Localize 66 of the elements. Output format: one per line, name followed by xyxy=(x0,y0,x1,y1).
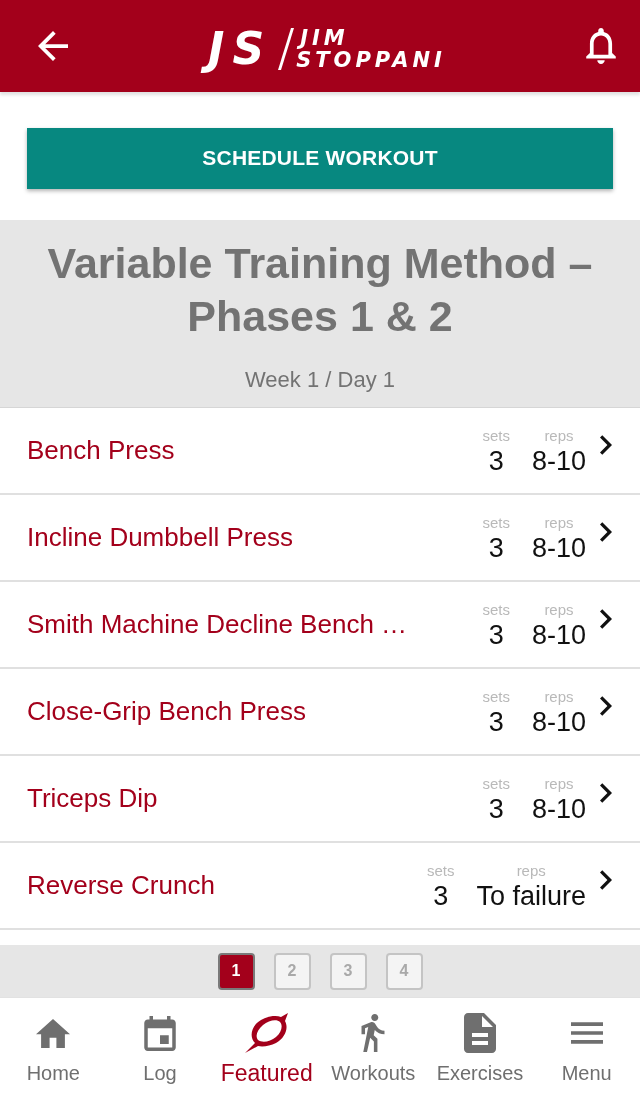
reps-value: 8-10 xyxy=(531,705,586,738)
sets-value: 3 xyxy=(433,879,449,912)
exercise-name: Incline Dumbbell Press xyxy=(27,522,294,553)
sets-label: sets xyxy=(482,600,510,619)
nav-tab[interactable]: Workouts xyxy=(320,998,427,1096)
sets-value: 3 xyxy=(488,444,504,477)
chevron-right-icon xyxy=(600,521,612,542)
sets-value: 3 xyxy=(488,618,504,651)
sets-label: sets xyxy=(482,774,510,793)
chevron-right-icon xyxy=(600,695,612,716)
chevron-right-icon xyxy=(600,869,612,890)
document-icon xyxy=(462,1013,498,1053)
logo-last-name: STOPPANI xyxy=(296,49,446,71)
reps-label: reps xyxy=(544,687,574,706)
walking-person-icon xyxy=(361,1014,386,1052)
page-button[interactable]: 1 xyxy=(217,952,255,990)
exercise-name: Reverse Crunch xyxy=(27,870,216,901)
home-icon xyxy=(36,1018,71,1048)
reps-value: 8-10 xyxy=(531,792,586,825)
exercise-row[interactable]: Bench Press sets 3 reps 8-10 xyxy=(0,408,640,495)
reps-label: reps xyxy=(516,861,546,880)
exercise-row[interactable]: Incline Dumbbell Press sets 3 reps 8-10 xyxy=(0,495,640,582)
exercise-name: Bench Press xyxy=(27,435,176,466)
chevron-right-icon xyxy=(600,434,612,455)
reps-label: reps xyxy=(544,513,574,532)
back-arrow-icon xyxy=(38,31,68,61)
sets-value: 3 xyxy=(488,792,504,825)
reps-label: reps xyxy=(544,426,574,445)
reps-value: 8-10 xyxy=(531,618,586,651)
chevron-right-icon xyxy=(600,782,612,803)
exercise-row[interactable]: Smith Machine Decline Bench … sets 3 reps 8-10 xyxy=(0,582,640,669)
reps-value: 8-10 xyxy=(531,531,586,564)
logo-first-name: JIM xyxy=(296,27,446,49)
chevron-right-icon xyxy=(600,608,612,629)
reps-value: To failure xyxy=(476,879,586,912)
notifications-button[interactable] xyxy=(586,28,616,64)
ring-logo-icon xyxy=(244,1013,289,1053)
exercise-name: Close-Grip Bench Press xyxy=(27,696,307,727)
logo-slash-icon xyxy=(278,28,295,70)
calendar-icon xyxy=(144,1015,176,1051)
workout-title: Variable Training Method – Phases 1 & 2 xyxy=(46,238,594,342)
nav-tab[interactable]: Home xyxy=(0,998,107,1096)
nav-tab[interactable]: Featured xyxy=(213,998,320,1096)
sets-label: sets xyxy=(426,861,455,880)
sets-label: sets xyxy=(482,687,510,706)
sets-label: sets xyxy=(482,426,510,445)
reps-value: 8-10 xyxy=(531,444,586,477)
menu-icon xyxy=(570,1022,603,1044)
exercise-row[interactable]: Reverse Crunch sets 3 reps To failure xyxy=(0,843,640,930)
nav-tab[interactable]: Exercises xyxy=(426,998,534,1096)
back-button[interactable] xyxy=(38,31,68,61)
exercise-name: Triceps Dip xyxy=(27,783,159,814)
exercise-row[interactable]: Close-Grip Bench Press sets 3 reps 8-10 xyxy=(0,669,640,756)
nav-tab[interactable]: Log xyxy=(106,998,214,1096)
workout-week-day: Week 1 / Day 1 xyxy=(245,367,395,393)
nav-tab[interactable]: Menu xyxy=(533,998,640,1096)
bell-icon xyxy=(586,28,616,64)
logo-initials: JS xyxy=(198,20,277,78)
exercise-name: Smith Machine Decline Bench … xyxy=(27,609,409,640)
sets-value: 3 xyxy=(488,531,504,564)
reps-label: reps xyxy=(544,774,574,793)
sets-value: 3 xyxy=(488,705,504,738)
sets-label: sets xyxy=(482,513,510,532)
schedule-workout-button[interactable]: SCHEDULE WORKOUT xyxy=(27,127,613,189)
reps-label: reps xyxy=(544,600,574,619)
exercise-row[interactable]: Triceps Dip sets 3 reps 8-10 xyxy=(0,756,640,843)
